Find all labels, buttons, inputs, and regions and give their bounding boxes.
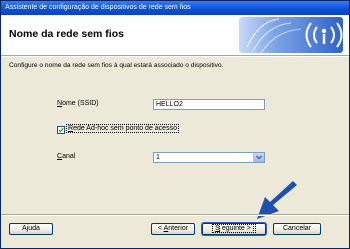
- wizard-window: Assistente de configuração de dispositiv…: [0, 0, 350, 249]
- next-button[interactable]: Seguinte >: [202, 223, 266, 235]
- channel-label: Canal: [57, 153, 75, 160]
- header-separator-highlight: [1, 56, 349, 57]
- pointer-arrow-icon: [257, 181, 297, 219]
- wireless-signal-icon: [239, 17, 343, 53]
- ssid-label-text: ome (SSID): [62, 100, 99, 107]
- dropdown-button[interactable]: [253, 153, 264, 162]
- adhoc-label-text: ede Ad-hoc sem ponto de acesso: [73, 125, 177, 132]
- window-title: Assistente de configuração de dispositiv…: [1, 1, 349, 15]
- checkmark-icon: [58, 127, 64, 133]
- next-button-label: Seguinte >: [212, 224, 256, 233]
- page-title: Nome da rede sem fios: [9, 28, 124, 40]
- footer-separator-highlight: [1, 215, 349, 216]
- ssid-label: Nome (SSID): [57, 100, 99, 107]
- back-button[interactable]: < Anterior: [151, 223, 195, 235]
- next-button-text: eguinte >: [218, 224, 254, 233]
- ssid-input[interactable]: HELLO2: [153, 99, 265, 110]
- channel-label-text: anal: [62, 153, 76, 160]
- help-button[interactable]: Ajuda: [9, 223, 53, 235]
- back-button-text: nterior: [168, 225, 189, 232]
- adhoc-checkbox[interactable]: [57, 126, 65, 134]
- cancel-button[interactable]: Cancelar: [273, 223, 321, 235]
- instruction-text: Configure o nome da rede sem fios à qual…: [9, 62, 224, 69]
- channel-selected-value: 1: [156, 154, 160, 161]
- channel-select[interactable]: 1: [153, 152, 265, 163]
- chevron-down-icon: [256, 155, 262, 160]
- adhoc-checkbox-label[interactable]: Rede Ad-hoc sem ponto de acesso: [66, 124, 179, 133]
- header-banner: Nome da rede sem fios: [1, 15, 349, 55]
